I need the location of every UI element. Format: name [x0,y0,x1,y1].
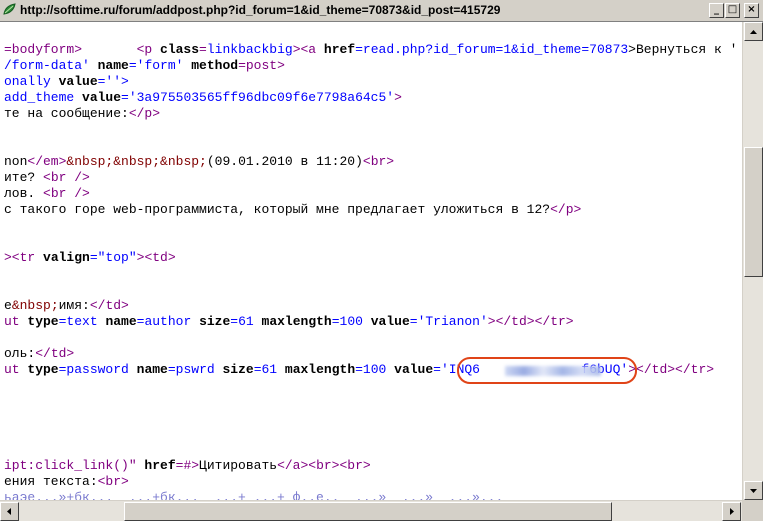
source-line: ut type=text name=author size=61 maxleng… [4,314,574,329]
source-line: e&nbsp;имя:</td> [4,298,129,313]
source-line: =bodyform> <p class=linkbackbig><a href=… [4,42,738,57]
scroll-left-button[interactable] [0,502,19,521]
source-line: /form-data' name='form' method=post> [4,58,285,73]
arrow-left-icon [7,508,11,515]
arrow-up-icon [750,30,757,34]
source-line: оль:</td> [4,346,75,361]
scroll-thumb[interactable] [744,147,763,277]
source-line: ите? <br /> [4,170,90,185]
maximize-button[interactable]: □ [725,3,740,18]
vertical-scrollbar[interactable] [742,22,763,500]
source-line: ><tr valign="top"><td> [4,250,176,265]
scroll-down-button[interactable] [744,481,763,500]
source-line: onally value=''> [4,74,129,89]
source-code-view[interactable]: =bodyform> <p class=linkbackbig><a href=… [0,22,742,500]
source-line: лов. <br /> [4,186,90,201]
scroll-right-button[interactable] [722,502,741,521]
source-line: ения текста:<br> [4,474,129,489]
source-line: add_theme value='3a975503565ff96dbc09f6e… [4,90,402,105]
app-icon [3,3,16,15]
arrow-down-icon [750,489,757,493]
minimize-button[interactable]: _ [709,3,724,18]
source-line-partial: ьаэе...»+бк... ...+бк... ...+ ...+ ф..е.… [4,490,504,500]
arrow-right-icon [730,508,734,515]
source-line: те на сообщение:</p> [4,106,161,121]
scroll-up-button[interactable] [744,22,763,41]
window-title: http://softtime.ru/forum/addpost.php?id_… [20,3,501,17]
scrollbar-corner [742,500,763,521]
source-line: ipt:click_link()" href=#>Цитировать</a><… [4,458,371,473]
password-highlight-circle [457,357,637,384]
source-line: non</em>&nbsp;&nbsp;&nbsp;(09.01.2010 в … [4,154,395,169]
horizontal-scroll-thumb[interactable] [124,502,612,521]
horizontal-scrollbar[interactable] [0,500,742,521]
source-line: с такого горе web-программиста, который … [4,202,582,217]
title-bar[interactable]: http://softtime.ru/forum/addpost.php?id_… [0,0,763,22]
browser-view-source-window: http://softtime.ru/forum/addpost.php?id_… [0,0,763,521]
close-button[interactable]: × [744,3,759,18]
